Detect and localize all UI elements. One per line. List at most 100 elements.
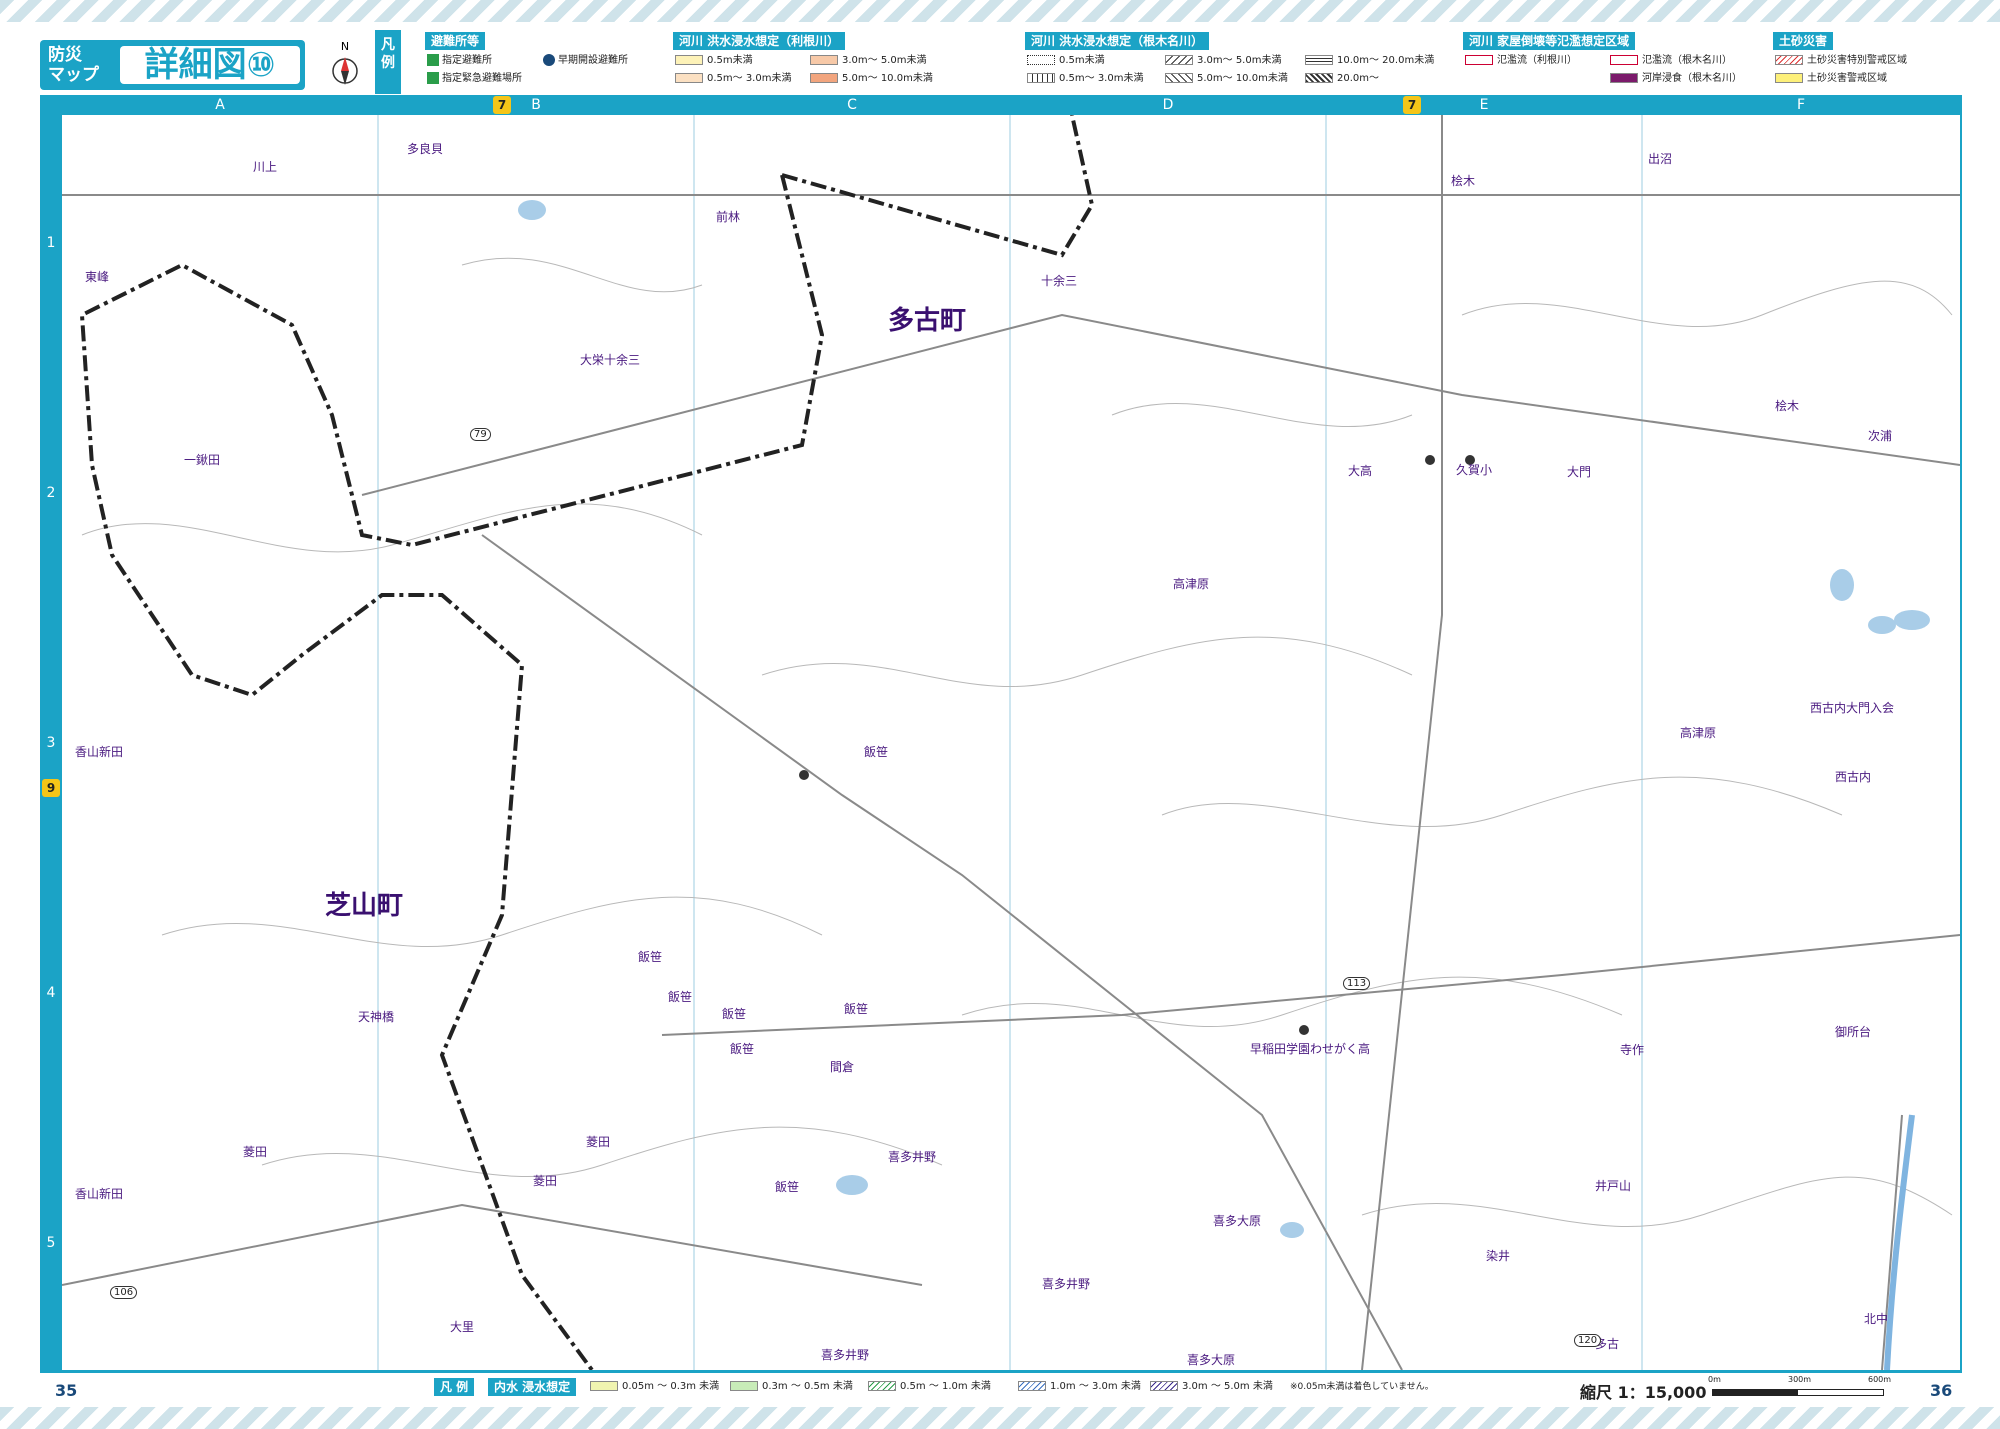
tone-swatch bbox=[810, 73, 838, 83]
inland-item: 0.5m ～ 1.0m 未満 bbox=[868, 1380, 991, 1394]
grid-row-3: 3 bbox=[46, 735, 56, 751]
place-label: 多良貝 bbox=[407, 142, 444, 156]
map-canvas bbox=[61, 114, 1961, 1372]
place-label: 御所台 bbox=[1835, 1025, 1872, 1039]
place-label: 久賀小 bbox=[1456, 463, 1493, 477]
place-label: 飯笹 bbox=[730, 1042, 755, 1056]
place-label: 大里 bbox=[450, 1320, 475, 1334]
legend-nemuna-item: 10.0m～ 20.0m未満 bbox=[1305, 54, 1434, 68]
legend-landslide-item: 土砂災害特別警戒区域 bbox=[1775, 54, 1907, 68]
legend-nemuna-item: 3.0m～ 5.0m未満 bbox=[1165, 54, 1281, 68]
top-stripe bbox=[0, 0, 2000, 22]
grid-lines bbox=[377, 115, 1643, 1370]
scale-bar bbox=[1712, 1389, 1884, 1396]
place-label: 飯笹 bbox=[722, 1007, 747, 1021]
inland-swatch bbox=[868, 1381, 896, 1391]
place-label: 十余三 bbox=[1041, 274, 1078, 288]
place-label: 飯笹 bbox=[775, 1180, 800, 1194]
inland-swatch bbox=[1150, 1381, 1178, 1391]
grid-row-1: 1 bbox=[46, 235, 56, 251]
adjacent-page-tag[interactable]: 7 bbox=[493, 96, 511, 114]
place-label: 喜多井野 bbox=[888, 1150, 937, 1164]
place-label: 喜多井野 bbox=[1042, 1277, 1091, 1291]
place-label: 大栄十余三 bbox=[580, 353, 641, 367]
place-label: 大高 bbox=[1348, 464, 1373, 478]
place-label: 喜多大原 bbox=[1213, 1214, 1262, 1228]
ponds bbox=[518, 200, 1930, 1238]
grid-col-c: C bbox=[847, 97, 857, 113]
legend-bar: 凡 例 避難所等 指定避難所 指定緊急避難場所 早期開設避難所 河川 洪水浸水想… bbox=[375, 30, 1960, 94]
legend-tone-item: 3.0m～ 5.0m未満 bbox=[810, 54, 926, 68]
tone-swatch bbox=[675, 73, 703, 83]
grid-row-5: 5 bbox=[46, 1235, 56, 1251]
legend-nemuna-item: 5.0m～ 10.0m未満 bbox=[1165, 72, 1288, 86]
place-label: 前林 bbox=[716, 210, 741, 224]
place-label: 東峰 bbox=[85, 270, 110, 284]
place-label: 次浦 bbox=[1868, 429, 1893, 443]
compass-letter: N bbox=[341, 40, 349, 53]
adjacent-page-tag[interactable]: 9 bbox=[42, 779, 60, 797]
legend-shelter-designated: 指定避難所 bbox=[427, 54, 492, 68]
place-label: 桧木 bbox=[1775, 399, 1800, 413]
legend-nemuna-heading: 河川 洪水浸水想定（根木名川） bbox=[1025, 32, 1210, 50]
page-number-right: 36 bbox=[1930, 1381, 1953, 1400]
inland-swatch bbox=[730, 1381, 758, 1391]
grid-row-4: 4 bbox=[46, 985, 56, 1001]
map-area[interactable] bbox=[61, 114, 1961, 1372]
footer: 35 36 凡 例 内水 浸水想定 0.05m ～ 0.3m 未満 0.3m ～… bbox=[0, 1375, 2000, 1407]
scale-tick: 300m bbox=[1788, 1375, 1812, 1384]
facility-markers bbox=[799, 455, 1475, 1035]
place-label: 飯笹 bbox=[864, 745, 889, 759]
compass-icon: N bbox=[330, 38, 360, 93]
inland-item: 0.3m ～ 0.5m 未満 bbox=[730, 1380, 853, 1394]
legend-shelters-heading: 避難所等 bbox=[425, 32, 486, 50]
place-label: 井戸山 bbox=[1595, 1179, 1632, 1193]
place-label: 早稲田学園わせがく高 bbox=[1250, 1042, 1371, 1056]
place-label: 天神橋 bbox=[358, 1010, 395, 1024]
legend-collapse-item: 氾濫流（利根川） bbox=[1465, 54, 1577, 68]
scale-tick: 0m bbox=[1708, 1375, 1721, 1384]
inland-item: 0.05m ～ 0.3m 未満 bbox=[590, 1380, 719, 1394]
place-label: 北中 bbox=[1864, 1312, 1889, 1326]
contour-lines bbox=[81, 257, 1953, 1228]
nemuna-swatch bbox=[1027, 73, 1055, 83]
nemuna-swatch bbox=[1027, 55, 1055, 65]
adjacent-page-tag[interactable]: 7 bbox=[1403, 96, 1421, 114]
nemuna-swatch bbox=[1165, 55, 1193, 65]
place-label: 飯笹 bbox=[844, 1002, 869, 1016]
grid-col-a: A bbox=[215, 97, 225, 113]
nemuna-swatch bbox=[1305, 55, 1333, 65]
road-number: 120 bbox=[1574, 1334, 1602, 1347]
bottom-stripe bbox=[0, 1407, 2000, 1429]
legend-tone-item: 0.5m～ 3.0m未満 bbox=[675, 72, 791, 86]
place-label: 寺作 bbox=[1620, 1043, 1645, 1057]
shelter-icon bbox=[427, 54, 439, 66]
page-number-left: 35 bbox=[55, 1381, 78, 1400]
scale-tick: 600m bbox=[1868, 1375, 1892, 1384]
tone-swatch bbox=[810, 55, 838, 65]
road-number: 106 bbox=[110, 1286, 138, 1299]
place-label: 喜多井野 bbox=[821, 1348, 870, 1362]
place-label: 飯笹 bbox=[638, 950, 663, 964]
inland-legend-label: 凡 例 bbox=[434, 1378, 475, 1396]
legend-collapse-heading: 河川 家屋倒壊等氾濫想定区域 bbox=[1463, 32, 1636, 50]
place-label: 高津原 bbox=[1173, 577, 1210, 591]
place-label: 菱田 bbox=[243, 1145, 268, 1159]
inland-swatch bbox=[590, 1381, 618, 1391]
place-label: 西古内大門入会 bbox=[1810, 701, 1895, 715]
legend-nemuna-item: 20.0m～ bbox=[1305, 72, 1379, 86]
town-label-tako: 多古町 bbox=[888, 306, 967, 336]
town-label-shibayama: 芝山町 bbox=[325, 891, 404, 921]
grid-row-2: 2 bbox=[46, 485, 56, 501]
scale-text: 縮尺 1：15,000 bbox=[1580, 1383, 1707, 1402]
legend-nemuna-item: 0.5m～ 3.0m未満 bbox=[1027, 72, 1143, 86]
place-label: 香山新田 bbox=[75, 1187, 124, 1201]
place-label: 菱田 bbox=[586, 1135, 611, 1149]
landslide-swatch bbox=[1775, 55, 1803, 65]
inland-note: ※0.05m未満は着色していません。 bbox=[1290, 1382, 1434, 1392]
emergency-shelter-icon bbox=[427, 72, 439, 84]
place-label: 一鍬田 bbox=[184, 453, 221, 467]
legend-shelter-emergency: 指定緊急避難場所 bbox=[427, 72, 522, 86]
place-label: 出沼 bbox=[1648, 152, 1673, 166]
place-label: 桧木 bbox=[1451, 174, 1476, 188]
